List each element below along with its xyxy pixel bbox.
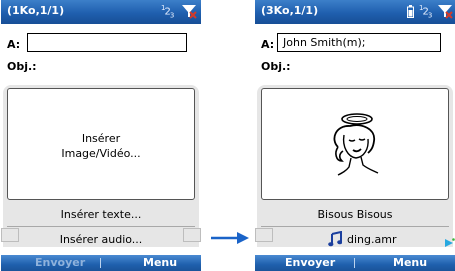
- left-scroll-tab: [255, 228, 273, 242]
- insert-image-video-line2: Image/Vidéo...: [61, 147, 141, 160]
- menu-softkey[interactable]: Menu: [393, 256, 427, 269]
- send-softkey[interactable]: Envoyer: [35, 256, 85, 269]
- menu-softkey[interactable]: Menu: [143, 256, 177, 269]
- music-note-icon: [328, 231, 342, 247]
- row-divider: [7, 226, 195, 227]
- left-phone-screen: (1Ko,1/1) 123 A: Obj.: Insérer Image/Vid…: [1, 0, 201, 271]
- message-size-title: (1Ko,1/1): [7, 4, 65, 17]
- insert-image-video-label: Insérer Image/Vidéo...: [8, 131, 194, 161]
- input-mode-123-icon[interactable]: 123: [419, 4, 432, 19]
- signal-off-icon[interactable]: [437, 3, 453, 19]
- insert-image-video-slot[interactable]: Insérer Image/Vidéo...: [7, 88, 195, 200]
- input-mode-123-icon[interactable]: 123: [161, 4, 174, 19]
- insert-image-video-line1: Insérer: [81, 132, 121, 145]
- send-softkey[interactable]: Envoyer: [285, 256, 335, 269]
- insert-audio-item[interactable]: Insérer audio...: [1, 233, 201, 246]
- soft-key-bar: Envoyer Menu: [1, 255, 201, 271]
- battery-icon[interactable]: [407, 5, 414, 18]
- audio-file-name[interactable]: ding.amr: [347, 233, 396, 246]
- insert-text-item[interactable]: Insérer texte...: [1, 208, 201, 221]
- to-field[interactable]: [27, 33, 187, 52]
- softkey-separator: [354, 258, 355, 268]
- subject-label: Obj.:: [261, 60, 291, 73]
- title-bar: (1Ko,1/1) 123: [1, 0, 201, 24]
- right-arrow-icon: [211, 232, 249, 244]
- angel-drawing-image: [333, 113, 379, 176]
- to-label: A:: [7, 38, 21, 51]
- soft-key-bar: Envoyer Menu: [255, 255, 455, 271]
- message-size-title: (3Ko,1/1): [261, 4, 319, 17]
- image-slot[interactable]: [261, 88, 449, 200]
- play-indicator-icon: [445, 238, 455, 247]
- title-bar: (3Ko,1/1) 123: [255, 0, 455, 24]
- signal-off-icon[interactable]: [181, 3, 197, 19]
- to-field[interactable]: John Smith(m);: [277, 33, 441, 52]
- softkey-separator: [100, 258, 101, 268]
- right-phone-screen: (3Ko,1/1) 123 A: John Smith(m); Obj.: Bi…: [255, 0, 455, 271]
- caption-text[interactable]: Bisous Bisous: [255, 208, 455, 221]
- row-divider: [261, 226, 449, 227]
- subject-label: Obj.:: [7, 60, 37, 73]
- to-label: A:: [261, 38, 275, 51]
